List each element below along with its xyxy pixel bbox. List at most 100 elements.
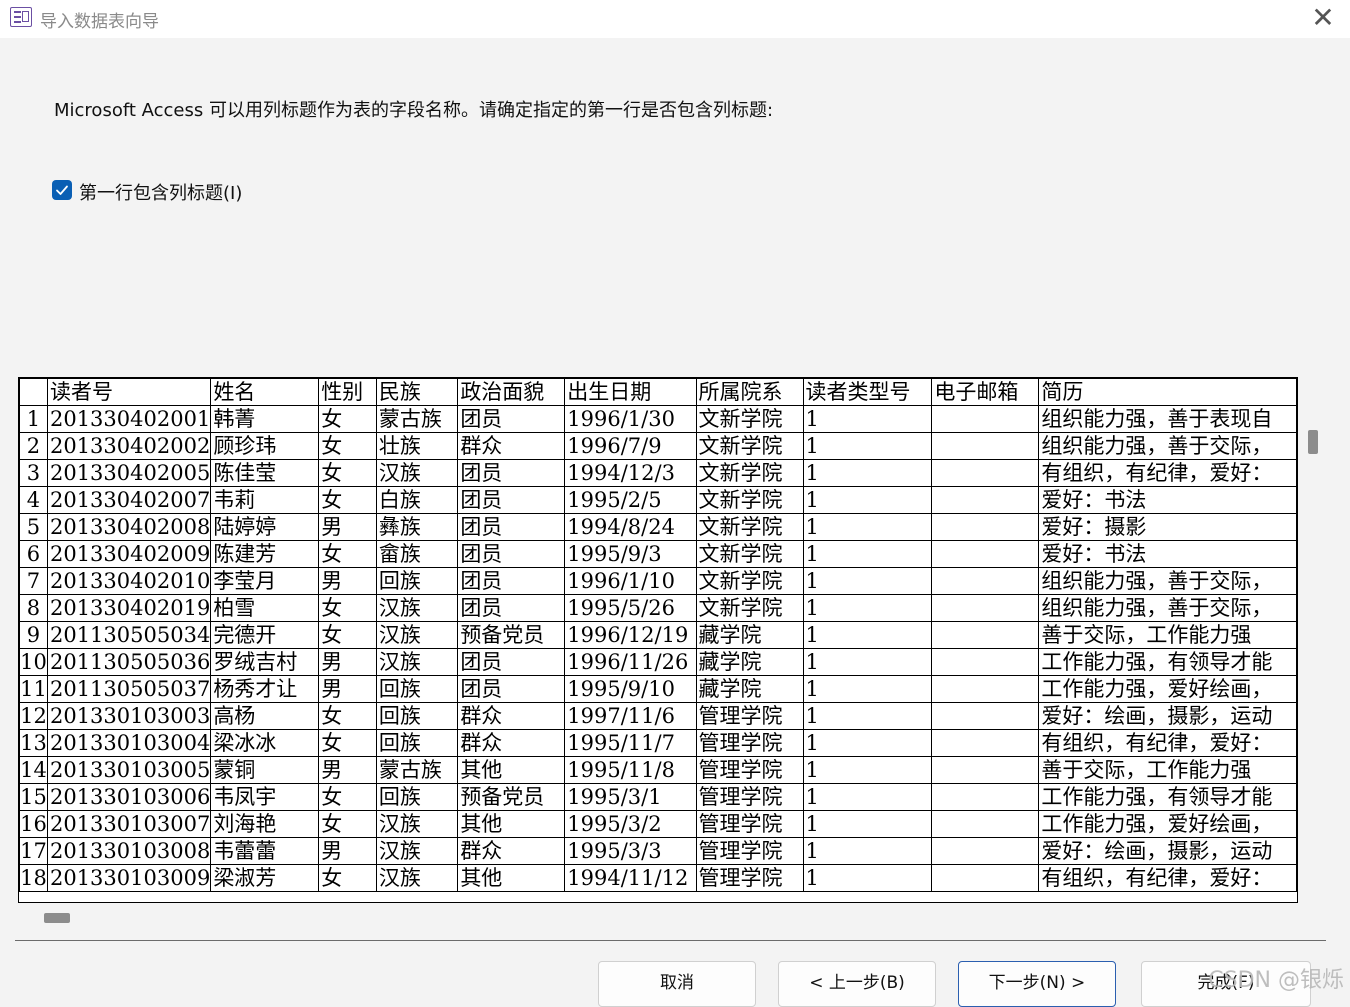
table-cell: 文新学院 [695,432,804,460]
table-cell: 群众 [457,432,566,460]
table-cell: 男 [318,513,377,541]
row-number: 18 [19,864,48,892]
row-number: 16 [19,810,48,838]
column-header[interactable]: 性别 [318,378,377,406]
table-cell: 1 [802,675,933,703]
table-cell: 1995/5/26 [564,594,697,622]
column-header[interactable]: 姓名 [210,378,320,406]
table-row: 13 201330103004 梁冰冰女回族 群众 1995/11/7 管理学院 1 有组织，… [19,729,1297,757]
table-cell: 白族 [375,486,459,514]
table-cell: 蒙古族 [375,756,459,784]
table-cell: 汉族 [375,594,459,622]
table-cell: 爱好：摄影 [1038,513,1297,541]
table-cell: 1 [802,756,933,784]
row-number: 4 [19,486,48,514]
table-cell: 201330402001 [46,405,212,433]
window-title: 导入数据表向导 [40,12,159,32]
table-cell: 1995/9/3 [564,540,697,568]
next-button[interactable]: 下一步(N) > [958,961,1116,1007]
column-header[interactable]: 读者号 [46,378,212,406]
first-row-headers-checkbox[interactable] [52,180,72,200]
table-cell: 201330103005 [46,756,212,784]
table-row: 12 201330103003 高杨女回族 群众 1997/11/6 管理学院 1 爱好：绘画… [19,702,1297,730]
table-cell: 杨秀才让 [210,675,320,703]
table-cell: 1994/8/24 [564,513,697,541]
table-cell: 女 [318,432,377,460]
row-number: 15 [19,783,48,811]
first-row-headers-label[interactable]: 第一行包含列标题(I) [79,179,242,205]
table-cell: 组织能力强，善于交际， [1038,594,1297,622]
table-row: 5 201330402008 陆婷婷男彝族 团员 1994/8/24 文新学院 1 爱好：摄影 [19,513,1297,541]
table-cell: 团员 [457,513,566,541]
table-cell: 陈佳莹 [210,459,320,487]
table-cell: 1 [802,459,933,487]
table-cell: 1 [802,567,933,595]
table-cell: 1 [802,837,933,865]
table-cell: 其他 [457,810,566,838]
table-cell: 团员 [457,594,566,622]
table-cell: 女 [318,783,377,811]
table-cell: 藏学院 [695,675,804,703]
table-cell [931,837,1040,865]
table-cell: 文新学院 [695,513,804,541]
table-cell: 团员 [457,648,566,676]
table-cell: 工作能力强，爱好绘画， [1038,810,1297,838]
table-cell: 1 [802,405,933,433]
table-cell: 其他 [457,756,566,784]
table-cell: 1 [802,729,933,757]
horizontal-scrollbar-thumb[interactable] [44,913,70,923]
table-cell: 女 [318,729,377,757]
column-header[interactable]: 简历 [1038,378,1297,406]
table-cell: 壮族 [375,432,459,460]
table-cell: 女 [318,702,377,730]
table-row: 7 201330402010 李莹月男回族 团员 1996/1/10 文新学院 1 组织能力强… [19,567,1297,595]
table-cell [931,621,1040,649]
table-cell: 罗绒吉村 [210,648,320,676]
column-header[interactable]: 出生日期 [564,378,697,406]
table-cell [931,432,1040,460]
table-cell: 汉族 [375,648,459,676]
table-cell [931,783,1040,811]
table-cell: 群众 [457,837,566,865]
row-number: 12 [19,702,48,730]
column-header[interactable]: 读者类型号 [802,378,933,406]
table-row: 4 201330402007 韦莉女白族 团员 1995/2/5 文新学院 1 爱好：书法 [19,486,1297,514]
vertical-scrollbar-thumb[interactable] [1308,430,1318,454]
table-cell: 男 [318,567,377,595]
table-cell: 1996/1/30 [564,405,697,433]
column-header[interactable]: 所属院系 [695,378,804,406]
table-cell: 女 [318,864,377,892]
back-button[interactable]: < 上一步(B) [778,961,936,1007]
table-cell: 高杨 [210,702,320,730]
table-cell: 1 [802,432,933,460]
table-cell: 文新学院 [695,540,804,568]
column-header[interactable]: 民族 [375,378,459,406]
table-cell: 预备党员 [457,621,566,649]
table-row: 10 201130505036 罗绒吉村男汉族 团员 1996/11/26 藏学院 1 工作能… [19,648,1297,676]
table-row: 17 201330103008 韦蕾蕾男汉族 群众 1995/3/3 管理学院 1 爱好：绘画… [19,837,1297,865]
table-cell: 群众 [457,702,566,730]
table-cell: 团员 [457,459,566,487]
table-cell: 刘海艳 [210,810,320,838]
table-cell: 201330402019 [46,594,212,622]
table-cell [931,675,1040,703]
table-cell: 201130505034 [46,621,212,649]
row-number: 6 [19,540,48,568]
table-row: 3 201330402005 陈佳莹女汉族 团员 1994/12/3 文新学院 1 有组织，有… [19,459,1297,487]
data-preview-grid[interactable]: 读者号 姓名 性别 民族 政治面貌 出生日期 所属院系 读者类型号 电子邮箱 简历 1 201330… [18,377,1298,903]
table-cell: 女 [318,621,377,649]
table-cell: 文新学院 [695,486,804,514]
table-cell: 管理学院 [695,864,804,892]
table-cell: 管理学院 [695,756,804,784]
table-cell [931,702,1040,730]
watermark: CSDN @银烁 [1208,968,1344,993]
cancel-button[interactable]: 取消 [598,961,756,1007]
column-header[interactable]: 政治面貌 [457,378,566,406]
table-cell: 1 [802,783,933,811]
table-cell: 201330402010 [46,567,212,595]
table-cell: 管理学院 [695,810,804,838]
table-row: 9 201130505034 完德开女汉族 预备党员 1996/12/19 藏学院 1 善于交… [19,621,1297,649]
table-cell: 善于交际，工作能力强 [1038,756,1297,784]
close-button[interactable]: ✕ [1306,2,1340,36]
column-header[interactable]: 电子邮箱 [931,378,1040,406]
